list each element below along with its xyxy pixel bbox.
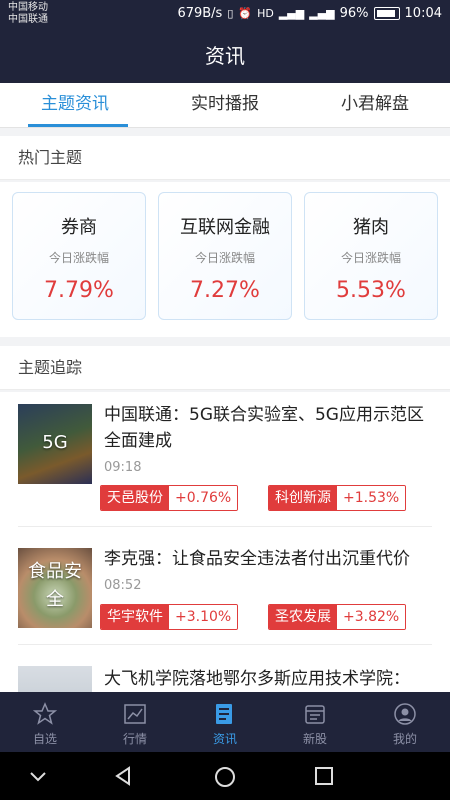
- stock-name: 华宇软件: [101, 605, 169, 629]
- thumbnail-food-safety: 食品安全: [18, 548, 92, 628]
- stock-tag[interactable]: 天邑股份 +0.76%: [100, 485, 239, 511]
- carrier-1: 中国移动: [8, 2, 48, 13]
- user-icon: [394, 703, 416, 725]
- battery-icon: [373, 7, 400, 20]
- divider: [18, 526, 432, 527]
- news-time: 09:18: [104, 460, 142, 475]
- carrier-2: 中国联通: [8, 14, 48, 25]
- hot-themes-heading: 热门主题: [0, 136, 450, 180]
- signal-icon: ▂▄▆: [278, 7, 305, 20]
- chevron-down-icon[interactable]: [28, 766, 48, 786]
- nav-label: 行情: [122, 732, 147, 746]
- stock-tag[interactable]: 科创新源 +1.53%: [268, 485, 407, 511]
- stock-change: +1.53%: [337, 486, 406, 510]
- tab-market-analysis[interactable]: 小君解盘: [300, 83, 450, 127]
- hot-themes: 券商 今日涨跌幅 7.79% 互联网金融 今日涨跌幅 7.27% 猪肉 今日涨跌…: [0, 182, 450, 337]
- status-bar: 中国移动 中国联通 679B/s ▯ ⏰ HD ▂▄▆ ▂▄▆ 96% 10:0…: [0, 0, 450, 30]
- nav-news[interactable]: 资讯: [180, 692, 270, 752]
- star-icon: [33, 702, 57, 725]
- nav-ipo[interactable]: 新股: [270, 692, 360, 752]
- back-icon[interactable]: [114, 766, 134, 786]
- news-time: 08:52: [104, 578, 142, 593]
- card-name: 猪肉: [353, 217, 389, 238]
- card-change: 7.27%: [190, 278, 260, 303]
- bottom-nav: 自选 行情 资讯 新股 我的: [0, 692, 450, 752]
- thumbnail-aircraft: [18, 666, 92, 692]
- stock-change: +3.10%: [169, 605, 238, 629]
- stock-name: 天邑股份: [101, 486, 169, 510]
- home-icon[interactable]: [214, 766, 236, 788]
- nav-label: 资讯: [212, 732, 237, 746]
- nav-label: 新股: [302, 732, 327, 746]
- system-nav-bar: [0, 752, 450, 800]
- nav-label: 我的: [392, 732, 417, 746]
- tab-theme-news[interactable]: 主题资讯: [0, 83, 150, 127]
- divider: [18, 644, 432, 645]
- card-subtitle: 今日涨跌幅: [194, 251, 255, 265]
- nav-label: 自选: [32, 732, 57, 746]
- theme-card-internet-finance[interactable]: 互联网金融 今日涨跌幅 7.27%: [158, 192, 292, 320]
- page-title: 资讯: [0, 30, 450, 83]
- recents-icon[interactable]: [314, 766, 334, 786]
- theme-card-pork[interactable]: 猪肉 今日涨跌幅 5.53%: [304, 192, 438, 320]
- calendar-icon: [305, 705, 325, 724]
- news-title[interactable]: 大飞机学院落地鄂尔多斯应用技术学院：: [104, 666, 434, 692]
- tracking-heading: 主题追踪: [0, 346, 450, 390]
- thumbnail-text: 食品安全: [28, 561, 82, 610]
- signal-icon-2: ▂▄▆: [309, 7, 335, 20]
- thumbnail-5g: 5G: [18, 404, 92, 484]
- status-icons: 679B/s ▯ ⏰ HD ▂▄▆ ▂▄▆ 96% 10:04: [177, 6, 442, 21]
- news-icon: [216, 704, 232, 724]
- news-title[interactable]: 中国联通：5G联合实验室、5G应用示范区全面建成: [104, 402, 434, 454]
- alarm-icon: ⏰: [238, 7, 253, 20]
- network-speed: 679B/s: [177, 6, 223, 21]
- stock-change: +0.76%: [169, 486, 238, 510]
- card-subtitle: 今日涨跌幅: [48, 251, 109, 265]
- stock-tag[interactable]: 华宇软件 +3.10%: [100, 604, 239, 630]
- stock-name: 科创新源: [269, 486, 337, 510]
- news-title[interactable]: 李克强：让食品安全违法者付出沉重代价: [104, 546, 434, 572]
- tab-bar: 主题资讯 实时播报 小君解盘: [0, 83, 450, 128]
- stock-tag[interactable]: 圣农发展 +3.82%: [268, 604, 407, 630]
- clock: 10:04: [404, 6, 442, 21]
- nav-watchlist[interactable]: 自选: [0, 692, 90, 752]
- carrier-info: 中国移动 中国联通: [8, 2, 48, 26]
- vibrate-icon: ▯: [227, 7, 234, 20]
- hd-icon: HD: [257, 7, 274, 20]
- thumbnail-text: 5G: [42, 432, 68, 453]
- card-change: 5.53%: [336, 278, 406, 303]
- tracking-list: 5G 中国联通：5G联合实验室、5G应用示范区全面建成 09:18 天邑股份 +…: [0, 392, 450, 692]
- nav-profile[interactable]: 我的: [360, 692, 450, 752]
- battery-percent: 96%: [339, 6, 369, 21]
- card-name: 互联网金融: [180, 217, 270, 238]
- nav-market[interactable]: 行情: [90, 692, 180, 752]
- card-subtitle: 今日涨跌幅: [340, 251, 401, 265]
- theme-card-brokerage[interactable]: 券商 今日涨跌幅 7.79%: [12, 192, 146, 320]
- tab-live-broadcast[interactable]: 实时播报: [150, 83, 300, 127]
- stock-name: 圣农发展: [269, 605, 337, 629]
- stock-change: +3.82%: [337, 605, 406, 629]
- card-name: 券商: [61, 217, 97, 238]
- card-change: 7.79%: [44, 278, 114, 303]
- chart-icon: [124, 704, 146, 724]
